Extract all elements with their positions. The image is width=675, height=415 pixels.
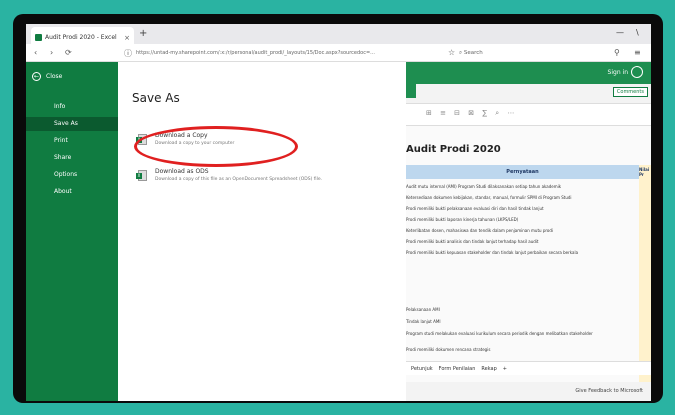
sidebar-item-info[interactable]: Info xyxy=(26,100,118,114)
option-title: Download as ODS xyxy=(155,168,209,175)
comments-button[interactable]: Comments xyxy=(612,87,648,97)
sidebar-item-print[interactable]: Print xyxy=(26,134,118,148)
table-row: Keterlibatan dosen, mahasiswa dan tendik… xyxy=(406,228,554,233)
table-row: Program studi melakukan evaluasi kurikul… xyxy=(406,331,593,336)
close-label: Close xyxy=(46,73,63,80)
back-circle-icon: ← xyxy=(32,72,41,81)
back-arrow-icon[interactable]: ‹ xyxy=(34,48,37,57)
sign-in-label: Sign in xyxy=(607,68,628,76)
browser-tab-strip: Audit Prodi 2020 - Excel × + — \ xyxy=(26,24,651,44)
sidebar-item-options[interactable]: Options xyxy=(26,168,118,182)
backstage-sidebar: ← Close Info Save As Print Share Options… xyxy=(26,62,118,401)
forward-arrow-icon[interactable]: › xyxy=(50,48,53,57)
sidebar-item-about[interactable]: About xyxy=(26,185,118,199)
sheet-heading: Audit Prodi 2020 xyxy=(406,144,501,155)
sheet-tab[interactable]: Form Penilaian xyxy=(439,366,476,372)
sheet-tabs: Petunjuk Form Penilaian Rekap + xyxy=(406,361,651,375)
table-row: Prodi memiliki bukti analisis dan tindak… xyxy=(406,239,539,244)
sheet-tab[interactable]: Rekap xyxy=(481,366,496,372)
extensions-icon[interactable]: ⚲ xyxy=(614,48,620,57)
sheet-tab[interactable]: Petunjuk xyxy=(411,366,433,372)
download-ods-option[interactable]: X Download as ODS Download a copy of thi… xyxy=(136,168,322,182)
feedback-link[interactable]: Give Feedback to Microsoft xyxy=(575,388,643,394)
search-placeholder: Search xyxy=(463,50,483,56)
status-bar: Give Feedback to Microsoft xyxy=(406,382,651,401)
option-description: Download a copy of this file as an OpenD… xyxy=(155,177,323,182)
save-as-panel: Save As X Download a Copy Download a cop… xyxy=(118,62,406,401)
favorite-star-icon[interactable]: ☆ xyxy=(448,48,455,57)
table-row: Audit mutu internal (AMI) Program Studi … xyxy=(406,184,562,189)
new-tab-button[interactable]: + xyxy=(139,28,147,39)
table-row: Tindak lanjut AMI xyxy=(406,319,441,324)
table-row: Ketersediaan dokumen kebijakan, standar,… xyxy=(406,195,572,200)
table-row: Prodi memiliki bukti laporan kinerja tah… xyxy=(406,217,519,222)
sidebar-item-share[interactable]: Share xyxy=(26,151,118,165)
score-column-header: Nilai Pr xyxy=(639,167,650,177)
menu-icon[interactable]: ≡ xyxy=(634,48,641,57)
monitor-bezel: Audit Prodi 2020 - Excel × + — \ ‹ › ⟳ ⓘ… xyxy=(13,14,663,403)
tab-close-icon[interactable]: × xyxy=(124,34,130,42)
page-title: Save As xyxy=(132,91,180,105)
avatar-icon xyxy=(631,66,643,78)
excel-header-bar: Sign in xyxy=(406,62,651,84)
close-backstage-button[interactable]: ← Close xyxy=(32,72,62,81)
user-area[interactable]: Sign in xyxy=(608,66,643,78)
tab-title: Audit Prodi 2020 - Excel xyxy=(45,34,117,41)
table-row: Prodi memiliki bukti kepuasan stakeholde… xyxy=(406,250,579,255)
excel-ribbon-tabs: Comments xyxy=(406,84,651,104)
table-row: Prodi memiliki bukti pelaksanaan evaluas… xyxy=(406,206,544,211)
screen: Audit Prodi 2020 - Excel × + — \ ‹ › ⟳ ⓘ… xyxy=(26,24,651,401)
reload-icon[interactable]: ⟳ xyxy=(65,48,72,57)
sidebar-item-save-as[interactable]: Save As xyxy=(26,117,118,131)
excel-workbook-background: Sign in Comments ⊞ ≡ ⊟ ⊠ ∑ ⌕ ⋯ Audit Pro… xyxy=(406,62,651,401)
address-bar[interactable]: https://untad-my.sharepoint.com/:x:/r/pe… xyxy=(136,47,451,59)
ribbon-tab-indicator xyxy=(406,84,416,98)
close-window-icon[interactable]: \ xyxy=(636,28,639,37)
site-info-icon[interactable]: ⓘ xyxy=(124,48,132,59)
minimize-icon[interactable]: — xyxy=(616,28,624,37)
ods-file-icon: X xyxy=(136,170,147,182)
table-row: Prodi memiliki dokumen rencana strategis xyxy=(406,347,491,352)
annotation-highlight-circle xyxy=(134,126,298,167)
table-header: Pernyataan xyxy=(406,165,639,179)
add-sheet-button[interactable]: + xyxy=(503,366,507,372)
browser-toolbar: ‹ › ⟳ ⓘ https://untad-my.sharepoint.com/… xyxy=(26,44,651,62)
browser-tab[interactable]: Audit Prodi 2020 - Excel × xyxy=(31,27,134,44)
table-row: Pelaksanaan AMI xyxy=(406,307,440,312)
browser-search-box[interactable]: ⌕ Search xyxy=(459,47,599,59)
excel-ribbon-commands: ⊞ ≡ ⊟ ⊠ ∑ ⌕ ⋯ xyxy=(406,104,651,126)
excel-favicon-icon xyxy=(35,34,42,41)
